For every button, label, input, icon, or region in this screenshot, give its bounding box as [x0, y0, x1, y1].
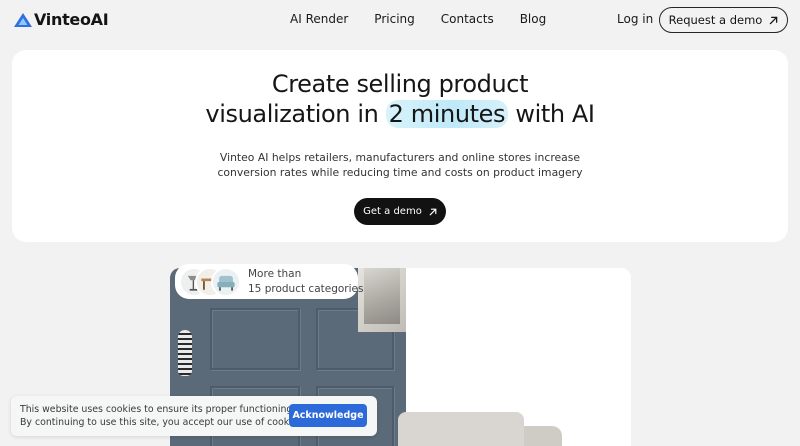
nav-link-blog[interactable]: Blog	[520, 12, 547, 26]
hero-title-line-1: Create selling product	[271, 70, 529, 98]
sofa-armrest	[524, 426, 562, 446]
categories-badge-line-1: More than	[248, 268, 302, 280]
cookie-message-line-2: By continuing to use this site, you acce…	[20, 417, 306, 428]
hero-title-highlight: 2 minutes	[385, 100, 509, 128]
arrow-up-right-icon	[429, 208, 437, 215]
cookie-message: This website uses cookies to ensure its …	[20, 403, 305, 429]
hero-title-text-end: with AI	[508, 100, 595, 128]
category-thumbnails	[179, 267, 241, 297]
cookie-banner: This website uses cookies to ensure its …	[11, 396, 377, 436]
hero-title-line-2: visualization in 2 minutes with AI	[12, 100, 788, 128]
logo-text: VinteoAI	[34, 10, 109, 29]
wall-art-frame	[358, 268, 406, 332]
main-nav: AI Render Pricing Contacts Blog	[290, 12, 546, 26]
get-demo-button[interactable]: Get a demo	[354, 198, 446, 225]
hero-section: Create selling product visualization in …	[12, 50, 788, 242]
wall-art	[364, 268, 400, 324]
nav-link-contacts[interactable]: Contacts	[441, 12, 494, 26]
hero-subtitle-line-2: conversion rates while reducing time and…	[217, 165, 583, 179]
vase-decor	[178, 330, 192, 376]
request-demo-button[interactable]: Request a demo	[659, 7, 788, 33]
thumbnail-armchair	[211, 267, 241, 297]
hero-subtitle-line-1: Vinteo AI helps retailers, manufacturers…	[219, 151, 581, 164]
arrow-up-right-icon	[770, 16, 778, 24]
nav-link-ai-render[interactable]: AI Render	[290, 12, 348, 26]
logo[interactable]: VinteoAI	[14, 10, 109, 29]
categories-badge: More than 15 product categories	[175, 264, 363, 299]
login-link[interactable]: Log in	[617, 12, 653, 26]
wall-panel	[210, 308, 300, 370]
request-demo-label: Request a demo	[668, 13, 763, 27]
vinteo-logo-icon	[14, 12, 32, 27]
top-navigation: VinteoAI AI Render Pricing Contacts Blog…	[0, 0, 800, 40]
hero-subtitle: Vinteo AI helps retailers, manufacturers…	[12, 151, 788, 180]
cookie-message-line-1: This website uses cookies to ensure its …	[20, 404, 296, 415]
get-demo-label: Get a demo	[363, 206, 422, 217]
nav-link-pricing[interactable]: Pricing	[374, 12, 414, 26]
categories-badge-line-2: 15 product categories	[248, 283, 364, 295]
categories-badge-text: More than 15 product categories	[248, 267, 363, 297]
hero-title-text: visualization in	[205, 100, 386, 128]
sofa-image	[398, 412, 524, 446]
acknowledge-button[interactable]: Acknowledge	[289, 404, 367, 427]
